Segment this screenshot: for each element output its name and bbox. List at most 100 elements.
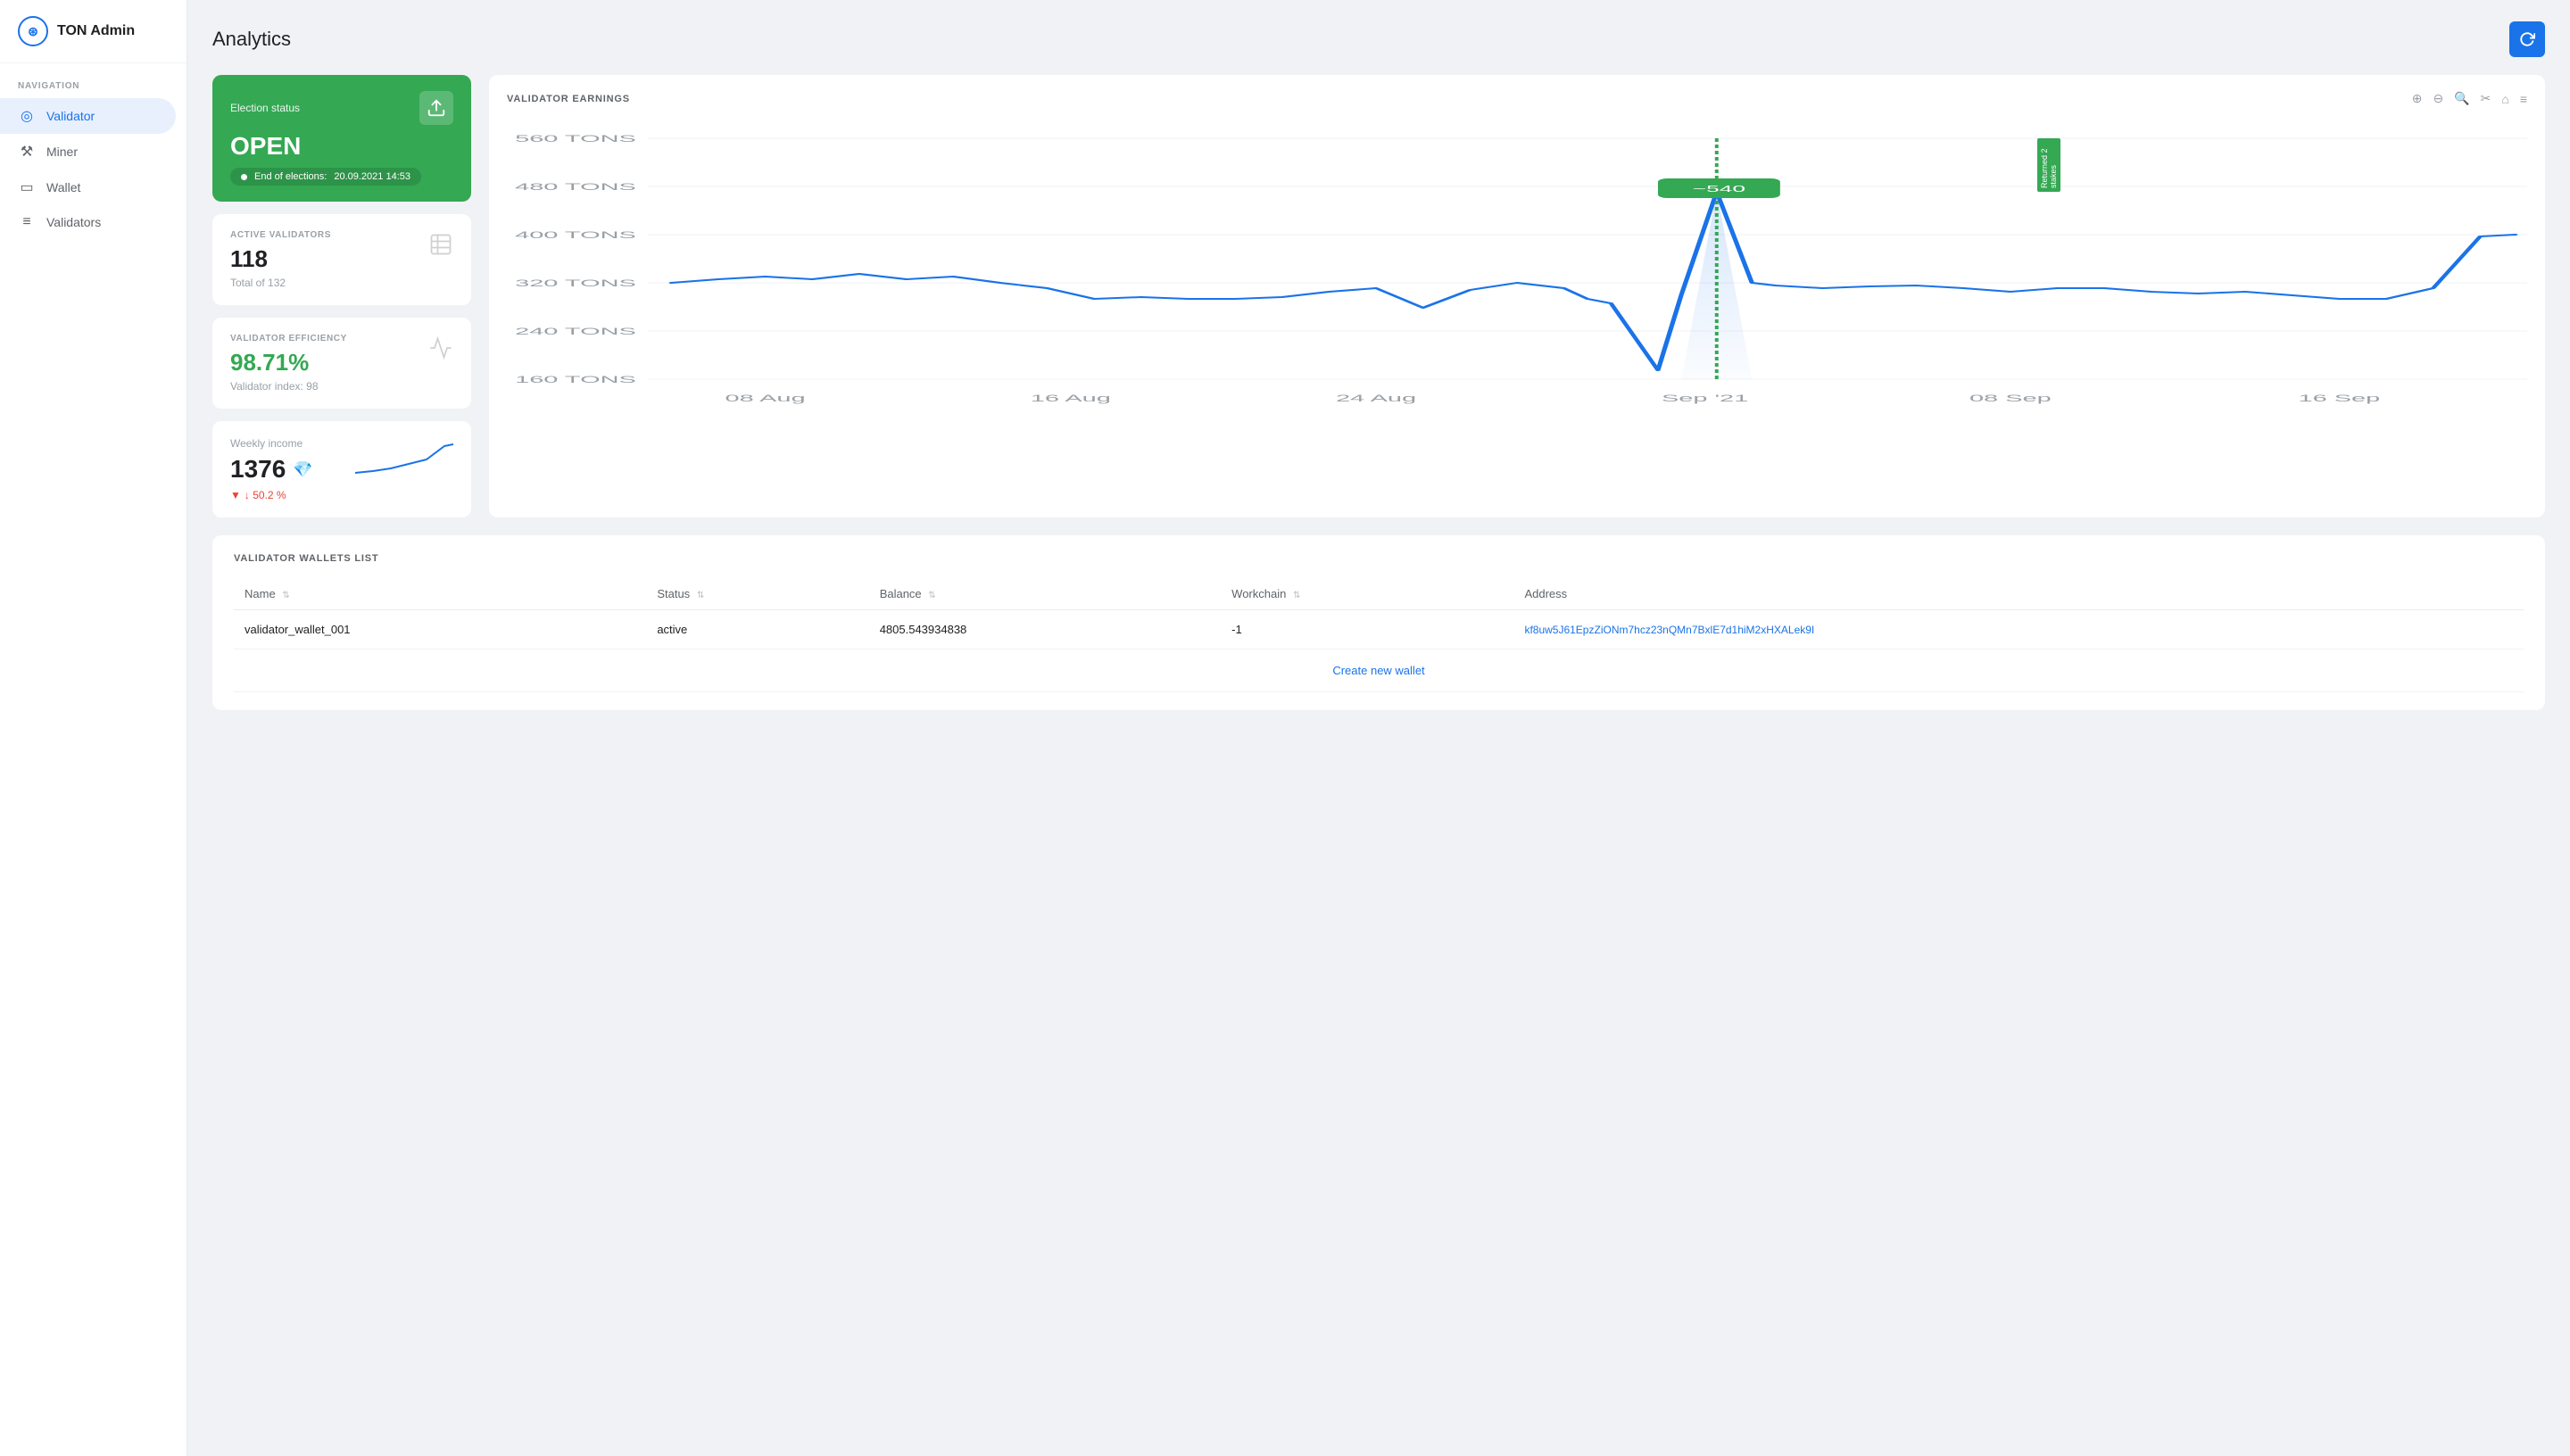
- election-status: OPEN: [230, 132, 453, 161]
- svg-text:480 TONS: 480 TONS: [515, 181, 636, 193]
- search-icon[interactable]: 🔍: [2454, 91, 2469, 106]
- logo-area: ⊛ TON Admin: [0, 0, 187, 63]
- sidebar-item-miner[interactable]: ⚒ Miner: [0, 134, 176, 170]
- col-name-label: Name: [245, 587, 276, 600]
- active-validators-card: ACTIVE VALIDATORS 118 Total of 132: [212, 214, 471, 305]
- efficiency-value: 98.71%: [230, 349, 347, 376]
- svg-text:16 Sep: 16 Sep: [2299, 393, 2381, 404]
- diamond-icon: 💎: [293, 460, 312, 479]
- sort-icon: ⇅: [928, 591, 935, 600]
- down-arrow-icon: ▼: [230, 489, 241, 501]
- col-address-label: Address: [1524, 587, 1567, 600]
- sidebar-item-validators[interactable]: ≡ Validators: [0, 205, 176, 239]
- sidebar: ⊛ TON Admin NAVIGATION ◎ Validator ⚒ Min…: [0, 0, 187, 1456]
- cut-icon[interactable]: ✂: [2481, 91, 2491, 106]
- efficiency-label: VALIDATOR EFFICIENCY: [230, 334, 347, 343]
- col-name[interactable]: Name ⇅: [234, 578, 646, 610]
- active-validators-sub: Total of 132: [230, 277, 331, 289]
- svg-text:Sep '21: Sep '21: [1662, 393, 1748, 404]
- weekly-change-value: ↓ 50.2 %: [245, 489, 286, 501]
- col-workchain[interactable]: Workchain ⇅: [1221, 578, 1513, 610]
- table-title: VALIDATOR WALLETS LIST: [234, 553, 2524, 564]
- svg-text:400 TONS: 400 TONS: [515, 229, 636, 241]
- svg-text:320 TONS: 320 TONS: [515, 277, 636, 289]
- sidebar-item-validator[interactable]: ◎ Validator: [0, 98, 176, 134]
- zoom-out-icon[interactable]: ⊖: [2433, 91, 2443, 106]
- weekly-change: ▼ ↓ 50.2 %: [230, 489, 313, 501]
- svg-text:16 Aug: 16 Aug: [1031, 393, 1111, 404]
- address-link[interactable]: kf8uw5J61EpzZiONm7hcz23nQMn7BxlE7d1hiM2x…: [1524, 624, 1814, 636]
- sidebar-item-label: Validators: [46, 215, 101, 229]
- election-dot: [241, 174, 247, 180]
- active-validators-value: 118: [230, 245, 331, 273]
- validator-icon: ◎: [18, 107, 36, 125]
- chart-header: VALIDATOR EARNINGS ⊕ ⊖ 🔍 ✂ ⌂ ≡: [507, 91, 2527, 106]
- validator-efficiency-card: VALIDATOR EFFICIENCY 98.71% Validator in…: [212, 318, 471, 409]
- page-title: Analytics: [212, 28, 291, 51]
- wallet-address[interactable]: kf8uw5J61EpzZiONm7hcz23nQMn7BxlE7d1hiM2x…: [1513, 610, 2524, 649]
- col-balance-label: Balance: [880, 587, 922, 600]
- miner-icon: ⚒: [18, 143, 36, 161]
- sort-icon: ⇅: [282, 591, 289, 600]
- sidebar-item-label: Validator: [46, 109, 95, 123]
- wallet-name: validator_wallet_001: [234, 610, 646, 649]
- svg-text:240 TONS: 240 TONS: [515, 326, 636, 337]
- app-title: TON Admin: [57, 23, 135, 39]
- create-wallet-link[interactable]: Create new wallet: [1332, 664, 1424, 677]
- nav-label: NAVIGATION: [0, 63, 187, 98]
- chart-title: VALIDATOR EARNINGS: [507, 94, 630, 104]
- logo-icon: ⊛: [18, 16, 48, 46]
- efficiency-sub: Validator index: 98: [230, 380, 347, 393]
- validators-stat-icon: [428, 232, 453, 262]
- wallet-status: active: [646, 610, 868, 649]
- weekly-sparkline: [355, 437, 453, 491]
- main-content: Analytics Election status: [187, 0, 2570, 1456]
- weekly-label: Weekly income: [230, 437, 313, 450]
- wallet-balance: 4805.543934838: [869, 610, 1221, 649]
- chart-area: Returned 2 stakes 560 TONS 480 TONS 400 …: [507, 120, 2527, 424]
- top-row: Election status OPEN End of elections: 2…: [212, 75, 2545, 517]
- svg-text:08 Aug: 08 Aug: [725, 393, 806, 404]
- svg-text:160 TONS: 160 TONS: [515, 374, 636, 385]
- sidebar-item-wallet[interactable]: ▭ Wallet: [0, 170, 176, 205]
- menu-icon[interactable]: ≡: [2520, 92, 2527, 106]
- refresh-button[interactable]: [2509, 21, 2545, 57]
- election-label: Election status: [230, 102, 300, 114]
- sort-icon: ⇅: [697, 591, 704, 600]
- col-workchain-label: Workchain: [1231, 587, 1286, 600]
- svg-text:08 Sep: 08 Sep: [1969, 393, 2052, 404]
- election-end-label: End of elections:: [254, 171, 327, 182]
- weekly-value: 1376: [230, 455, 286, 484]
- svg-text:24 Aug: 24 Aug: [1336, 393, 1416, 404]
- election-end-value: 20.09.2021 14:53: [334, 171, 410, 182]
- table-body: validator_wallet_001 active 4805.5439348…: [234, 610, 2524, 692]
- wallet-workchain: -1: [1221, 610, 1513, 649]
- wallet-icon: ▭: [18, 178, 36, 196]
- zoom-in-icon[interactable]: ⊕: [2412, 91, 2423, 106]
- col-balance[interactable]: Balance ⇅: [869, 578, 1221, 610]
- svg-text:560 TONS: 560 TONS: [515, 133, 636, 145]
- left-cards: Election status OPEN End of elections: 2…: [212, 75, 471, 517]
- earnings-chart-card: VALIDATOR EARNINGS ⊕ ⊖ 🔍 ✂ ⌂ ≡ Returned …: [489, 75, 2545, 517]
- election-card: Election status OPEN End of elections: 2…: [212, 75, 471, 202]
- col-address: Address: [1513, 578, 2524, 610]
- page-header: Analytics: [212, 21, 2545, 57]
- sidebar-item-label: Wallet: [46, 180, 80, 194]
- col-status[interactable]: Status ⇅: [646, 578, 868, 610]
- table-header: Name ⇅ Status ⇅ Balance ⇅ Workchain ⇅: [234, 578, 2524, 610]
- chart-controls: ⊕ ⊖ 🔍 ✂ ⌂ ≡: [2412, 91, 2527, 106]
- efficiency-icon: [428, 335, 453, 366]
- active-validators-label: ACTIVE VALIDATORS: [230, 230, 331, 240]
- table-row: validator_wallet_001 active 4805.5439348…: [234, 610, 2524, 649]
- sidebar-item-label: Miner: [46, 145, 78, 159]
- earnings-svg: 560 TONS 480 TONS 400 TONS 320 TONS 240 …: [507, 120, 2527, 424]
- wallets-table: Name ⇅ Status ⇅ Balance ⇅ Workchain ⇅: [234, 578, 2524, 692]
- wallets-table-card: VALIDATOR WALLETS LIST Name ⇅ Status ⇅ B…: [212, 535, 2545, 710]
- home-icon[interactable]: ⌂: [2501, 92, 2508, 106]
- create-wallet-row: Create new wallet: [234, 649, 2524, 692]
- svg-text:~540: ~540: [1693, 184, 1745, 194]
- election-footer: End of elections: 20.09.2021 14:53: [230, 168, 421, 186]
- sort-icon: ⇅: [1293, 591, 1300, 600]
- validators-icon: ≡: [18, 214, 36, 230]
- election-icon: [419, 91, 453, 125]
